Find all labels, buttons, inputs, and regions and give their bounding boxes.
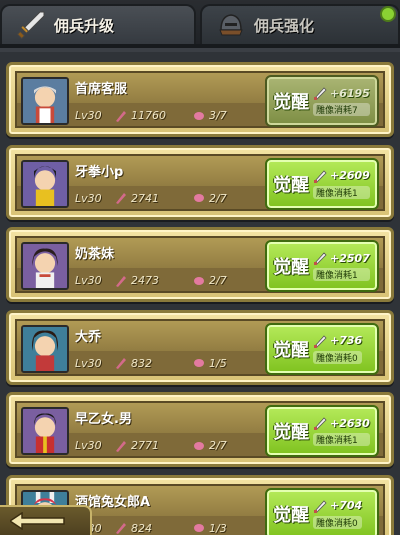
mercenary-stats: Lv30 824 1/3 xyxy=(75,522,227,535)
awaken-cost: +6195 xyxy=(330,86,370,100)
knife-icon xyxy=(314,417,327,430)
card-inner: 首席客服 Lv30 11760 3/7 觉醒 +6195 雕像消耗7 xyxy=(15,71,385,128)
awaken-sub: 雕像消耗1 xyxy=(313,185,370,199)
awaken-sub: 雕像消耗1 xyxy=(313,433,370,446)
power-value: 824 xyxy=(131,521,152,535)
knife-icon xyxy=(314,252,327,265)
awaken-button[interactable]: 觉醒 +704 雕像消耗0 xyxy=(265,487,379,535)
power-icon xyxy=(116,110,126,122)
level-label: Lv30 xyxy=(75,109,102,122)
mercenary-stats: Lv30 2771 2/7 xyxy=(75,439,227,452)
mercenary-card[interactable]: 首席客服 Lv30 11760 3/7 觉醒 +6195 雕像消耗7 xyxy=(6,62,394,137)
mercenary-name: 大乔 xyxy=(75,329,102,345)
fragment-icon xyxy=(194,441,204,450)
power-icon xyxy=(116,523,126,534)
tab-bar: 佣兵升级 佣兵强化 xyxy=(0,0,400,48)
fragment-icon xyxy=(194,524,204,532)
knife-icon xyxy=(314,499,327,513)
fragment-count: 2/7 xyxy=(209,439,227,452)
fragment-icon xyxy=(194,194,204,202)
power-value: 2741 xyxy=(131,191,159,205)
awaken-label: 觉醒 xyxy=(273,422,309,443)
power-icon xyxy=(116,193,126,204)
power-value: 2473 xyxy=(131,274,159,287)
level-label: Lv30 xyxy=(75,356,102,370)
card-inner: 牙拳小p Lv30 2741 2/7 觉醒 +2609 雕像消耗1 xyxy=(15,153,385,211)
fighter-avatar xyxy=(21,159,69,208)
tab-mercenary-upgrade[interactable]: 佣兵升级 xyxy=(0,4,196,44)
awaken-cost: +704 xyxy=(330,499,363,512)
awaken-sub: 雕像消耗0 xyxy=(313,515,363,529)
fragment-count: 2/7 xyxy=(209,274,227,287)
awaken-button[interactable]: 觉醒 +6195 雕像消耗7 xyxy=(265,75,379,127)
power-icon xyxy=(116,358,126,369)
mercenary-card[interactable]: 大乔 Lv30 832 1/5 觉醒 +736 雕像消耗0 xyxy=(6,309,394,385)
awaken-label: 觉醒 xyxy=(273,257,309,278)
mercenary-name: 首席客服 xyxy=(75,82,128,97)
awaken-sub: 雕像消耗0 xyxy=(313,350,363,364)
awaken-label: 觉醒 xyxy=(273,174,309,196)
awaken-cost: +2630 xyxy=(330,416,370,430)
maid-avatar xyxy=(21,77,69,125)
awaken-cost: +2507 xyxy=(330,251,370,265)
power-value: 832 xyxy=(131,356,152,370)
fragment-count: 2/7 xyxy=(209,191,227,205)
card-inner: 早乙女.男 Lv30 2771 2/7 觉醒 +2630 雕像消耗1 xyxy=(15,401,385,458)
girl-avatar xyxy=(21,242,69,290)
fragment-icon xyxy=(194,276,204,285)
daqiao-avatar xyxy=(21,324,69,373)
awaken-label: 觉醒 xyxy=(273,504,309,526)
knife-icon xyxy=(314,87,327,100)
mercenary-stats: Lv30 2473 2/7 xyxy=(75,274,227,287)
level-label: Lv30 xyxy=(75,439,102,452)
mercenary-card[interactable]: 早乙女.男 Lv30 2771 2/7 觉醒 +2630 雕像消耗1 xyxy=(6,392,394,467)
sword-icon xyxy=(16,11,45,40)
fragment-icon xyxy=(194,111,204,120)
power-value: 11760 xyxy=(131,109,166,122)
awaken-sub: 雕像消耗1 xyxy=(313,268,370,281)
level-label: Lv30 xyxy=(75,274,102,287)
awaken-button[interactable]: 觉醒 +2507 雕像消耗1 xyxy=(265,240,379,292)
power-value: 2771 xyxy=(131,439,159,452)
notification-dot xyxy=(380,6,396,22)
mercenary-card[interactable]: 牙拳小p Lv30 2741 2/7 觉醒 +2609 雕像消耗1 xyxy=(6,144,394,220)
awaken-button[interactable]: 觉醒 +2609 雕像消耗1 xyxy=(265,157,379,210)
knife-icon xyxy=(314,169,327,183)
card-inner: 大乔 Lv30 832 1/5 觉醒 +736 雕像消耗0 xyxy=(15,318,385,376)
power-icon xyxy=(116,275,126,287)
helmet-icon xyxy=(219,14,243,36)
mercenary-list[interactable]: 首席客服 Lv30 11760 3/7 觉醒 +6195 雕像消耗7 牙拳小p … xyxy=(0,52,400,535)
level-label: Lv30 xyxy=(75,191,102,205)
awaken-sub: 雕像消耗7 xyxy=(313,103,370,116)
ranma-avatar xyxy=(21,407,69,455)
awaken-button[interactable]: 觉醒 +736 雕像消耗0 xyxy=(265,322,379,375)
awaken-label: 觉醒 xyxy=(273,92,309,113)
knife-icon xyxy=(314,334,327,348)
awaken-button[interactable]: 觉醒 +2630 雕像消耗1 xyxy=(265,405,379,457)
mercenary-name: 早乙女.男 xyxy=(75,412,132,427)
fragment-count: 1/3 xyxy=(209,521,227,535)
mercenary-stats: Lv30 832 1/5 xyxy=(75,357,227,370)
mercenary-name: 牙拳小p xyxy=(75,164,124,180)
mercenary-stats: Lv30 2741 2/7 xyxy=(75,192,227,205)
tab-mercenary-enhance[interactable]: 佣兵强化 xyxy=(200,4,400,44)
tab-label: 佣兵强化 xyxy=(254,16,315,35)
card-inner: 奶茶妹 Lv30 2473 2/7 觉醒 +2507 雕像消耗1 xyxy=(15,236,385,293)
mercenary-card[interactable]: 奶茶妹 Lv30 2473 2/7 觉醒 +2507 雕像消耗1 xyxy=(6,227,394,302)
mercenary-stats: Lv30 11760 3/7 xyxy=(75,109,227,122)
back-arrow-icon xyxy=(10,512,65,530)
fragment-count: 3/7 xyxy=(209,109,227,122)
fragment-icon xyxy=(194,359,204,367)
awaken-cost: +736 xyxy=(330,334,363,347)
back-button[interactable] xyxy=(0,505,92,535)
power-icon xyxy=(116,440,126,452)
tab-label: 佣兵升级 xyxy=(54,16,115,35)
awaken-cost: +2609 xyxy=(330,169,370,182)
awaken-label: 觉醒 xyxy=(273,339,309,361)
mercenary-name: 奶茶妹 xyxy=(75,247,115,262)
fragment-count: 1/5 xyxy=(209,356,227,370)
